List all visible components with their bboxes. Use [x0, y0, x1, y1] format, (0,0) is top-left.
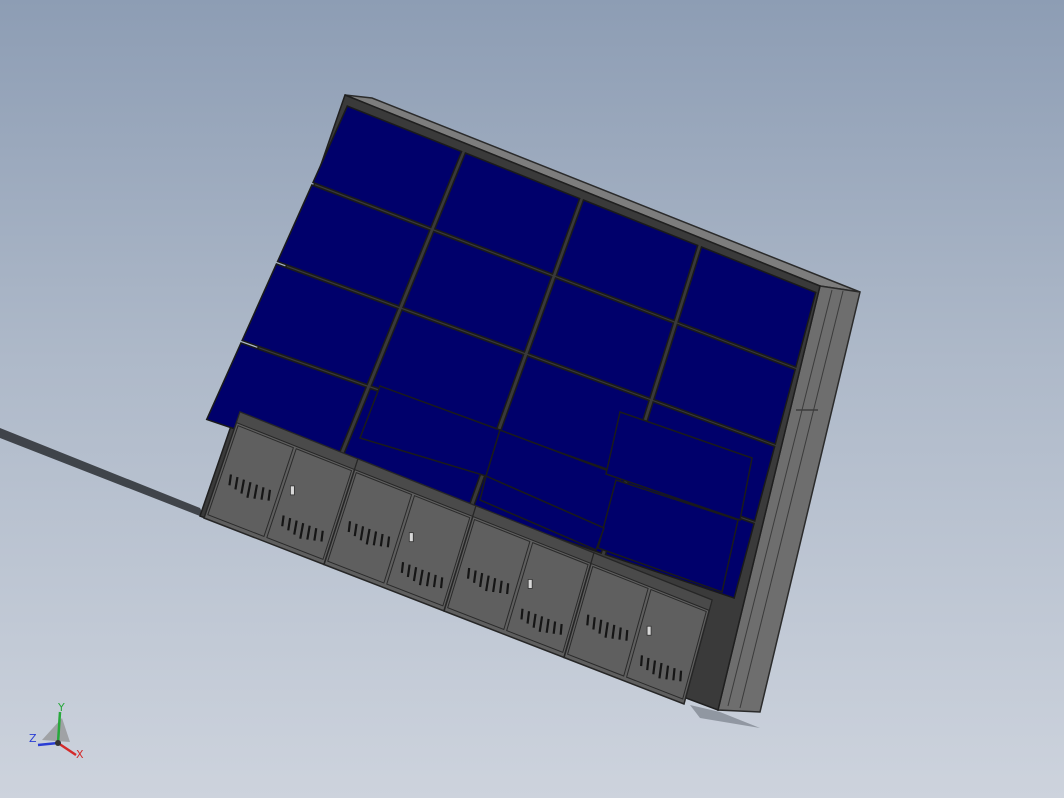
- x-axis-icon: [57, 741, 77, 757]
- x-axis-label: X: [76, 748, 84, 761]
- coordinate-triad: Y X Z: [29, 701, 84, 761]
- door-handle-icon[interactable]: [408, 532, 414, 543]
- door-handle-icon[interactable]: [527, 579, 533, 589]
- 3d-viewport[interactable]: [0, 0, 1064, 798]
- y-axis-label: Y: [57, 701, 65, 714]
- triad-cone: [42, 718, 70, 742]
- z-axis-label: Z: [29, 732, 37, 745]
- z-axis-icon: [37, 741, 59, 747]
- ground-shadow: [0, 428, 205, 518]
- door-handle-icon[interactable]: [646, 625, 652, 636]
- door-handle-icon[interactable]: [289, 485, 295, 496]
